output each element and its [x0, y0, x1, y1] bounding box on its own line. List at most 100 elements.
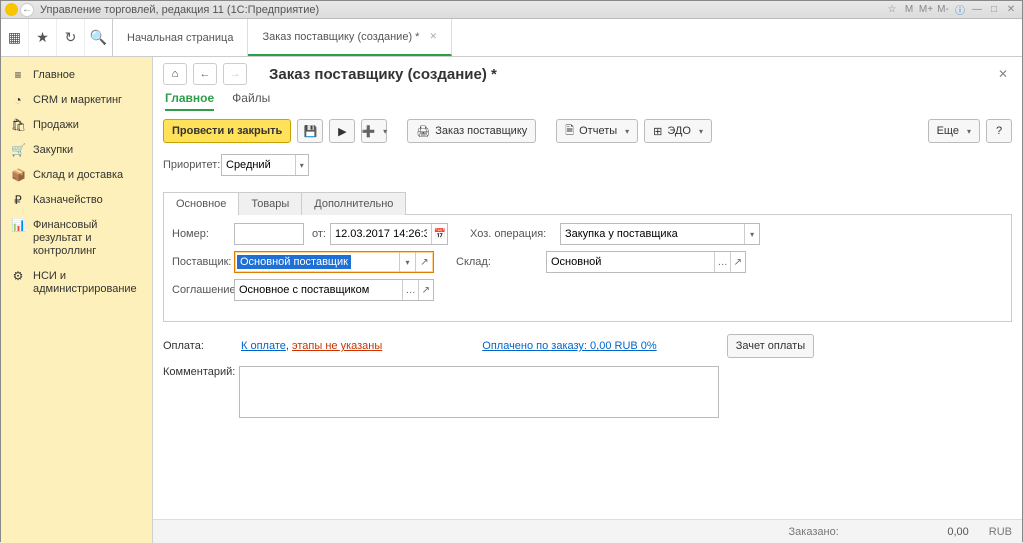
mplus-btn[interactable]: M+ [919, 4, 933, 16]
m-btn[interactable]: M [902, 4, 916, 16]
operation-input[interactable] [561, 224, 744, 244]
number-field[interactable] [234, 223, 304, 245]
agreement-input[interactable] [235, 280, 402, 300]
sidebar-item-warehouse[interactable]: 📦 Склад и доставка [1, 163, 152, 188]
menu-icon: ≡ [11, 69, 25, 82]
agreement-field[interactable]: …↗ [234, 279, 434, 301]
payment-links: К оплате, этапы не указаны [241, 340, 382, 352]
history-icon[interactable]: ↻ [57, 19, 85, 56]
create-based-button[interactable]: ➕ [361, 119, 387, 143]
date-field[interactable]: 📅 [330, 223, 448, 245]
favorite-icon[interactable]: ★ [29, 19, 57, 56]
priority-select[interactable]: ▾ [221, 154, 309, 176]
warehouse-field[interactable]: …↗ [546, 251, 746, 273]
agreement-label: Соглашение: [172, 284, 230, 296]
dropdown-icon[interactable]: ▾ [744, 224, 759, 244]
number-input[interactable] [235, 224, 303, 244]
mminus-btn[interactable]: M- [936, 4, 950, 16]
button-label: ЭДО [667, 125, 691, 137]
tab-start-page[interactable]: Начальная страница [113, 19, 248, 56]
date-input[interactable] [331, 224, 431, 244]
print-icon: 🖨 [416, 125, 430, 138]
supplier-value: Основной поставщик [237, 255, 351, 269]
sidebar-item-financial[interactable]: 📊Финансовый результат и контроллинг [1, 213, 152, 264]
sidebar-item-label: НСИ и администрирование [33, 270, 144, 296]
save-button[interactable]: 💾 [297, 119, 323, 143]
ruble-icon: ₽ [11, 194, 25, 207]
more-button[interactable]: Еще [928, 119, 980, 143]
status-bar: Заказано: 0,00 RUB [153, 519, 1022, 543]
ordered-value: 0,00 [859, 526, 969, 538]
button-label: Отчеты [579, 125, 617, 137]
apps-icon[interactable]: ▦ [1, 19, 29, 56]
bag-icon: 🛍 [11, 119, 25, 132]
sidebar-item-label: Казначейство [33, 194, 103, 207]
calendar-icon[interactable]: 📅 [431, 224, 447, 244]
page-files[interactable]: Файлы [232, 91, 270, 111]
tab-order-supplier[interactable]: Заказ поставщику (создание) * ✕ [248, 19, 452, 56]
sidebar-item-main[interactable]: ≡ Главное [1, 63, 152, 88]
sidebar-item-admin[interactable]: ⚙НСИ и администрирование [1, 264, 152, 302]
sidebar-item-label: Главное [33, 69, 75, 82]
post-button[interactable]: ▶ [329, 119, 355, 143]
document-close-icon[interactable]: ✕ [998, 67, 1008, 81]
dropdown-icon[interactable]: ▾ [399, 252, 415, 272]
maximize-button[interactable]: □ [987, 4, 1001, 16]
sidebar-item-purchases[interactable]: 🛒Закупки [1, 138, 152, 163]
sidebar-item-label: Склад и доставка [33, 169, 123, 182]
post-icon: ▶ [338, 125, 346, 138]
chart-icon: ◔ [11, 94, 25, 107]
form-pages: Главное Файлы [153, 87, 1022, 117]
page-main[interactable]: Главное [165, 91, 214, 111]
close-button[interactable]: ✕ [1004, 4, 1018, 16]
box-icon: 📦 [11, 169, 25, 182]
comment-row: Комментарий: [153, 364, 1022, 420]
reports-button[interactable]: 🗎 Отчеты [556, 119, 638, 143]
print-order-button[interactable]: 🖨Заказ поставщику [407, 119, 536, 143]
open-icon[interactable]: ↗ [730, 252, 745, 272]
tab-goods[interactable]: Товары [238, 192, 302, 215]
currency-label: RUB [989, 526, 1012, 538]
tab-basic[interactable]: Основное [163, 192, 239, 215]
open-icon[interactable]: ↗ [415, 252, 433, 272]
payment-row: Оплата: К оплате, этапы не указаны Оплач… [153, 322, 1022, 364]
search-icon[interactable]: 🔍 [85, 19, 113, 56]
report-icon: 🗎 [565, 122, 574, 141]
window-title: Управление торговлей, редакция 11 (1С:Пр… [40, 4, 319, 16]
supplier-field[interactable]: Основной поставщик ▾ ↗ [234, 251, 434, 273]
nav-forward-button[interactable]: → [223, 63, 247, 85]
warehouse-input[interactable] [547, 252, 714, 272]
minimize-button[interactable]: — [970, 4, 984, 16]
home-button[interactable]: ⌂ [163, 63, 187, 85]
priority-input[interactable] [222, 155, 295, 175]
tab-close-icon[interactable]: ✕ [429, 31, 437, 42]
help-button[interactable]: ? [986, 119, 1012, 143]
edo-button[interactable]: ⊞ ЭДО [644, 119, 712, 143]
app-icon [5, 3, 18, 16]
comment-textarea[interactable] [239, 366, 719, 418]
nav-back-button[interactable]: ← [193, 63, 217, 85]
bars-icon: 📊 [11, 219, 25, 232]
tab-additional[interactable]: Дополнительно [301, 192, 406, 215]
post-and-close-button[interactable]: Провести и закрыть [163, 119, 291, 143]
star-icon[interactable]: ☆ [885, 4, 899, 16]
back-round-button[interactable]: ← [20, 3, 34, 17]
info-icon[interactable]: ⓘ [953, 4, 967, 16]
stages-warn-link[interactable]: этапы не указаны [292, 340, 382, 352]
window-titlebar: ← Управление торговлей, редакция 11 (1С:… [1, 1, 1022, 19]
sidebar-item-sales[interactable]: 🛍Продажи [1, 113, 152, 138]
sidebar-item-crm[interactable]: ◔CRM и маркетинг [1, 88, 152, 113]
warehouse-label: Склад: [456, 256, 542, 268]
to-pay-link[interactable]: К оплате [241, 340, 286, 352]
payment-offset-button[interactable]: Зачет оплаты [727, 334, 814, 358]
inner-tabs: Основное Товары Дополнительно [163, 191, 1012, 215]
open-icon[interactable]: ↗ [418, 280, 433, 300]
edo-icon: ⊞ [653, 125, 662, 138]
operation-select[interactable]: ▾ [560, 223, 760, 245]
sidebar-item-treasury[interactable]: ₽ Казначейство [1, 188, 152, 213]
dropdown-icon[interactable]: ▾ [295, 155, 308, 175]
cart-icon: 🛒 [11, 144, 25, 157]
more-icon[interactable]: … [402, 280, 417, 300]
paid-by-order-link[interactable]: Оплачено по заказу: 0,00 RUB 0% [482, 340, 656, 352]
more-icon[interactable]: … [714, 252, 729, 272]
